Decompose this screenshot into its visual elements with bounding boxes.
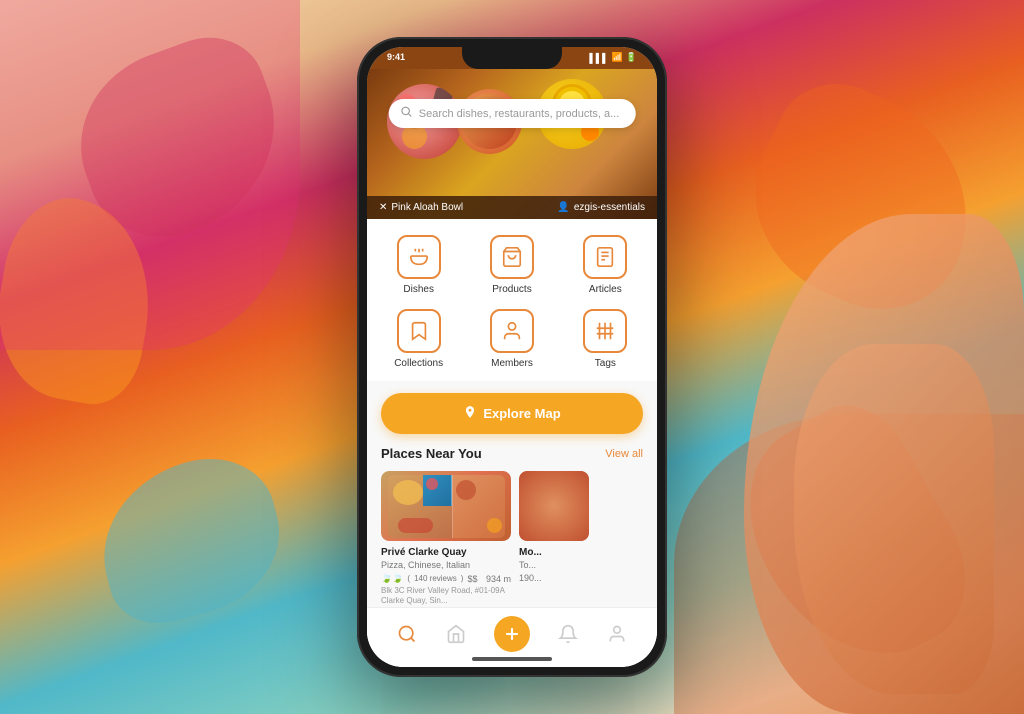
phone-notch: [462, 47, 562, 69]
place-2-cuisine: To...: [519, 560, 589, 570]
dish-name-text: Pink Aloah Bowl: [391, 202, 463, 213]
signal-icon: ▌▌▌: [589, 53, 608, 63]
products-icon: [490, 235, 534, 279]
phone-frame: 9:41 ▌▌▌ 📶 🔋: [357, 37, 667, 677]
hero-image: Search dishes, restaurants, products, a.…: [367, 69, 657, 219]
places-title: Places Near You: [381, 446, 482, 461]
search-icon: [401, 106, 413, 121]
user-name-text: ezgis-essentials: [574, 202, 645, 213]
dish-label: ✕ Pink Aloah Bowl: [379, 202, 463, 213]
map-pin-icon: [463, 405, 477, 422]
place-card-1[interactable]: Privé Clarke Quay Pizza, Chinese, Italia…: [381, 471, 511, 607]
category-tags[interactable]: Tags: [566, 309, 645, 369]
home-nav-icon: [446, 624, 466, 644]
place-1-name: Privé Clarke Quay: [381, 547, 511, 558]
collections-label: Collections: [394, 358, 443, 369]
review-number: 140 reviews: [414, 574, 457, 583]
nav-bell[interactable]: [558, 624, 578, 644]
fork-icon: ✕: [379, 202, 387, 213]
category-members[interactable]: Members: [472, 309, 551, 369]
category-dishes[interactable]: Dishes: [379, 235, 458, 295]
category-products[interactable]: Products: [472, 235, 551, 295]
products-label: Products: [492, 284, 531, 295]
bell-icon: [558, 624, 578, 644]
place-card-1-image: [381, 471, 511, 541]
leaf-icons: 🍃🍃: [381, 573, 403, 584]
articles-icon: [583, 235, 627, 279]
plus-icon: [502, 624, 522, 644]
user-icon: 👤: [557, 202, 569, 213]
wifi-icon: 📶: [612, 52, 623, 63]
search-input-text: Search dishes, restaurants, products, a.…: [419, 108, 620, 120]
categories-grid: Dishes Products: [367, 219, 657, 381]
nav-profile[interactable]: [607, 624, 627, 644]
review-count: (: [407, 574, 410, 583]
battery-icon: 🔋: [626, 52, 637, 63]
search-nav-icon: [397, 624, 417, 644]
status-icons: ▌▌▌ 📶 🔋: [589, 52, 637, 63]
category-articles[interactable]: Articles: [566, 235, 645, 295]
members-icon: [490, 309, 534, 353]
place-card-2-image: [519, 471, 589, 541]
profile-icon: [607, 624, 627, 644]
dishes-label: Dishes: [403, 284, 434, 295]
place-1-meta: 🍃🍃 ( 140 reviews ) $$ 934 m: [381, 573, 511, 584]
explore-map-button[interactable]: Explore Map: [381, 393, 643, 434]
status-time: 9:41: [387, 52, 405, 62]
place-1-cuisine: Pizza, Chinese, Italian: [381, 560, 511, 570]
review-end: ): [461, 574, 464, 583]
view-all-link[interactable]: View all: [605, 448, 643, 460]
explore-map-label: Explore Map: [483, 406, 560, 421]
place-2-distance: 190...: [519, 573, 542, 583]
place-1-address: Blk 3C River Valley Road, #01-09A Clarke…: [381, 586, 511, 607]
price-level: $$: [467, 574, 477, 584]
tags-icon: [583, 309, 627, 353]
category-collections[interactable]: Collections: [379, 309, 458, 369]
articles-label: Articles: [589, 284, 622, 295]
phone-screen: 9:41 ▌▌▌ 📶 🔋: [367, 47, 657, 667]
phone-container: 9:41 ▌▌▌ 📶 🔋: [357, 37, 667, 677]
place-2-name: Mo...: [519, 547, 589, 558]
search-bar[interactable]: Search dishes, restaurants, products, a.…: [389, 99, 636, 128]
collections-icon: [397, 309, 441, 353]
distance-value: 934 m: [486, 574, 511, 584]
place-card-2[interactable]: Mo... To... 190...: [519, 471, 589, 607]
restaurant-bar: ✕ Pink Aloah Bowl 👤 ezgis-essentials: [367, 196, 657, 219]
tags-label: Tags: [595, 358, 616, 369]
members-label: Members: [491, 358, 533, 369]
user-label: 👤 ezgis-essentials: [557, 202, 645, 213]
places-section: Places Near You View all: [367, 446, 657, 607]
home-indicator: [472, 657, 552, 661]
place-2-meta: 190...: [519, 573, 589, 583]
nav-home[interactable]: [446, 624, 466, 644]
places-header: Places Near You View all: [381, 446, 643, 461]
nav-add-button[interactable]: [494, 616, 530, 652]
place-cards-list: Privé Clarke Quay Pizza, Chinese, Italia…: [381, 471, 643, 607]
dishes-icon: [397, 235, 441, 279]
main-content: Explore Map Places Near You View all: [367, 381, 657, 667]
nav-search[interactable]: [397, 624, 417, 644]
